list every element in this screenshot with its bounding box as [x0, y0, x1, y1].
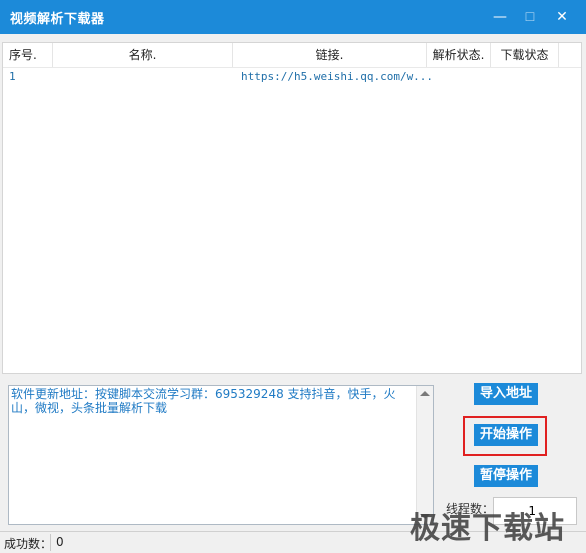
minimize-icon[interactable]: — [487, 6, 513, 28]
app-window: 视频解析下载器 — ☐ ✕ 序号. 名称. 链接. 解析状态. 下载状态 1 h… [0, 0, 586, 553]
table-row-1-link[interactable]: https://h5.weishi.qq.com/w... [241, 70, 433, 83]
column-header-download-status[interactable]: 下载状态 [491, 43, 559, 67]
column-header-parse-status[interactable]: 解析状态. [427, 43, 491, 67]
pause-operation-button[interactable]: 暂停操作 [474, 465, 538, 487]
success-count-value: 0 [56, 535, 64, 549]
window-title: 视频解析下载器 [10, 12, 105, 27]
log-text: 软件更新地址：按键脚本交流学习群：695329248 支持抖音，快手，火山，微视… [11, 387, 396, 415]
maximize-icon[interactable]: ☐ [517, 6, 543, 28]
column-header-name[interactable]: 名称. [53, 43, 233, 67]
close-icon[interactable]: ✕ [549, 6, 575, 28]
start-operation-button[interactable]: 开始操作 [474, 424, 538, 446]
site-watermark: 极速下载站 [410, 511, 565, 546]
title-bar: 视频解析下载器 — ☐ ✕ [0, 0, 586, 34]
scroll-up-icon[interactable] [420, 391, 430, 396]
task-list[interactable]: 序号. 名称. 链接. 解析状态. 下载状态 1 https://h5.weis… [2, 42, 582, 374]
header-divider [3, 67, 581, 68]
table-row-1-index[interactable]: 1 [9, 70, 16, 83]
status-separator [50, 534, 51, 551]
log-textarea[interactable]: 软件更新地址：按键脚本交流学习群：695329248 支持抖音，快手，火山，微视… [8, 385, 434, 525]
column-header-index[interactable]: 序号. [3, 43, 53, 67]
success-count-label: 成功数： [4, 537, 53, 551]
column-header-link[interactable]: 链接. [233, 43, 427, 67]
import-address-button[interactable]: 导入地址 [474, 383, 538, 405]
